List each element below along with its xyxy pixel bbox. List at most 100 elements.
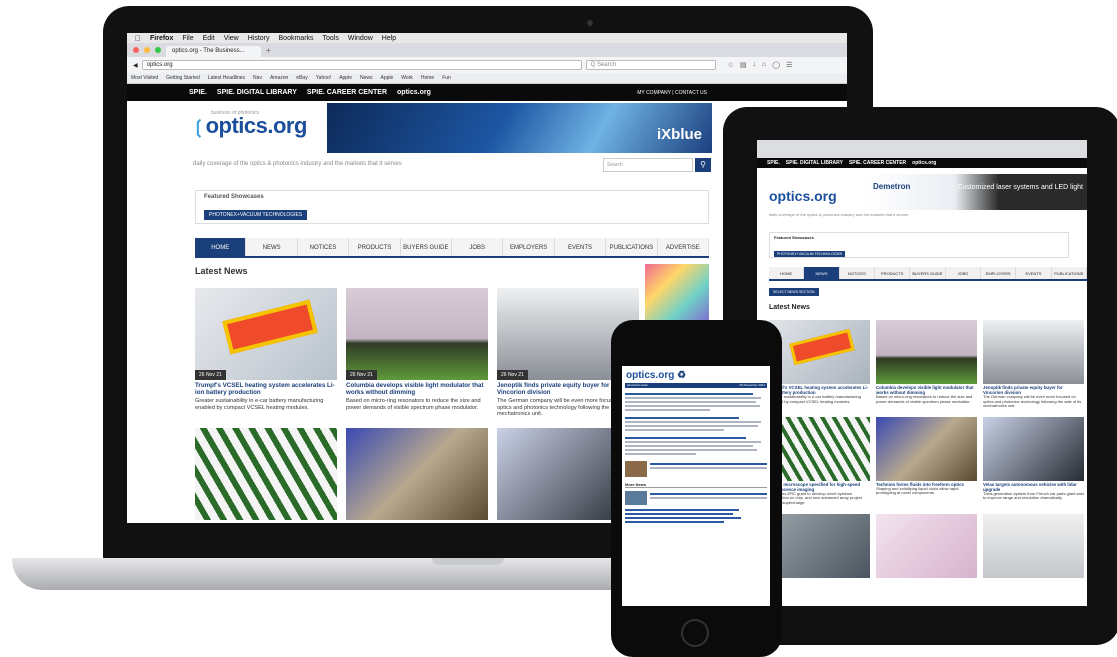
ad-banner[interactable]: iXblue [327,103,712,153]
nav-products[interactable]: PRODUCTS [874,267,911,279]
menu-tools[interactable]: Tools [323,35,339,42]
minimize-window-icon[interactable] [144,47,150,53]
nav-home[interactable]: HOME [769,267,805,279]
news-image[interactable]: 26 Nov 21 [195,288,337,380]
news-title[interactable]: Trumpf's VCSEL heating system accelerate… [195,382,337,396]
news-card[interactable]: Columbia develops visible light modulato… [876,320,977,409]
news-image[interactable] [983,416,1084,481]
bookmark-item[interactable]: Work [401,75,413,81]
phone-news-item[interactable] [625,461,767,477]
browser-tab[interactable]: optics.org - The Business... [166,46,261,57]
bookmark-item[interactable]: Nav [253,75,262,81]
phone-logo[interactable]: optics.org ♻ [622,366,770,383]
tablet-logo[interactable]: optics.org [769,188,837,204]
phone-home-button[interactable] [681,619,709,647]
spie-digital-library-link[interactable]: SPIE. DIGITAL LIBRARY [217,89,297,96]
bookmark-item[interactable]: Most Visited [131,75,158,81]
news-image[interactable] [983,320,1084,384]
news-card[interactable]: Jenoptik finds private equity buyer for … [983,320,1084,409]
nav-jobs[interactable]: JOBS [452,238,504,256]
spie-link[interactable]: SPIE. [189,89,207,96]
news-card[interactable]: Single microscope specified for high-spe… [769,416,870,506]
news-card[interactable]: Trumpf's VCSEL heating system accelerate… [769,320,870,409]
site-search-input[interactable]: Search [603,158,693,172]
menu-help[interactable]: Help [382,35,396,42]
nav-buyers-guide[interactable]: BUYERS GUIDE [910,267,946,279]
bookmark-item[interactable]: Home [421,75,434,81]
news-image[interactable] [769,320,870,384]
news-card[interactable] [769,513,870,578]
menu-file[interactable]: File [182,35,193,42]
spie-career-center-link[interactable]: SPIE. CAREER CENTER [849,160,906,166]
menu-bookmarks[interactable]: Bookmarks [279,35,314,42]
news-card[interactable]: Velas targets autonomous vehicles with l… [983,416,1084,506]
nav-publications[interactable]: PUBLICATIONS [1051,267,1087,279]
side-ad[interactable] [645,264,709,322]
menu-view[interactable]: View [224,35,239,42]
tablet-ad-banner[interactable]: Demetron Customized laser systems and LE… [867,174,1087,210]
news-image[interactable] [876,513,977,578]
news-image[interactable] [983,513,1084,578]
home-icon[interactable]: ⌂ [762,61,766,69]
bookmark-item[interactable]: Latest Headlines [208,75,245,81]
download-icon[interactable]: ↓ [753,61,757,69]
search-icon[interactable]: ⚲ [695,158,711,172]
reading-list-icon[interactable]: ▤ [740,61,747,69]
spie-career-center-link[interactable]: SPIE. CAREER CENTER [307,89,387,96]
bookmark-item[interactable]: Apple [381,75,394,81]
news-card[interactable]: 26 Nov 21 Trumpf's VCSEL heating system … [195,288,337,418]
news-title[interactable]: Columbia develops visible light modulato… [346,382,488,396]
nav-home[interactable]: HOME [195,238,247,256]
news-card[interactable] [195,427,337,520]
menu-icon[interactable]: ☰ [786,61,792,69]
star-icon[interactable]: ☆ [728,61,734,69]
back-icon[interactable]: ◀ [133,62,138,69]
bookmark-item[interactable]: Yahoo! [316,75,331,81]
menu-window[interactable]: Window [348,35,373,42]
nav-notices[interactable]: NOTICES [297,238,350,256]
news-image[interactable]: 26 Nov 21 [346,288,488,380]
nav-buyers-guide[interactable]: BUYERS GUIDE [400,238,453,256]
nav-employers[interactable]: EMPLOYERS [980,267,1017,279]
showcase-chip[interactable]: PHOTONEX+VACUUM TECHNOLOGIES [774,251,846,257]
news-image[interactable] [346,427,488,520]
news-card[interactable] [346,427,488,520]
spie-digital-library-link[interactable]: SPIE. DIGITAL LIBRARY [786,160,843,166]
nav-news[interactable]: NEWS [804,267,840,279]
news-card[interactable]: Technion forms fluids into freeform opti… [876,416,977,506]
news-card[interactable] [876,513,977,578]
close-window-icon[interactable] [133,47,139,53]
menu-firefox[interactable]: Firefox [150,35,173,42]
news-image[interactable] [195,427,337,520]
spie-link[interactable]: SPIE. [767,160,780,166]
news-image[interactable] [876,416,977,481]
menu-history[interactable]: History [248,35,270,42]
nav-employers[interactable]: EMPLOYERS [503,238,555,256]
phone-news-item[interactable] [625,491,767,505]
url-input[interactable]: optics.org [141,60,582,70]
bookmark-item[interactable]: Apple [339,75,352,81]
news-card[interactable] [983,513,1084,578]
nav-publications[interactable]: PUBLICATIONS [606,238,658,256]
nav-news[interactable]: NEWS [246,238,298,256]
select-news-section-button[interactable]: SELECT NEWS SECTION [769,288,819,296]
account-links[interactable]: MY COMPANY | CONTACT US [637,90,707,96]
bookmark-item[interactable]: eBay [296,75,307,81]
bookmark-item[interactable]: Fun [442,75,451,81]
nav-events[interactable]: EVENTS [554,238,607,256]
new-tab-icon[interactable]: + [266,46,271,55]
nav-products[interactable]: PRODUCTS [349,238,401,256]
site-logo[interactable]: ❲optics.org [191,113,307,139]
bookmark-item[interactable]: Amazon [270,75,288,81]
nav-notices[interactable]: NOTICES [839,267,875,279]
optics-org-link[interactable]: optics.org [397,89,431,96]
nav-jobs[interactable]: JOBS [945,267,981,279]
browser-search-input[interactable]: Q Search [585,60,716,70]
nav-advertise[interactable]: ADVERTISE [657,238,710,256]
news-card[interactable]: 26 Nov 21 Columbia develops visible ligh… [346,288,488,418]
nav-events[interactable]: EVENTS [1016,267,1052,279]
optics-org-link[interactable]: optics.org [912,160,936,166]
bookmark-item[interactable]: Getting Started [166,75,200,81]
bookmark-item[interactable]: News [360,75,373,81]
pocket-icon[interactable]: ◯ [772,61,780,69]
